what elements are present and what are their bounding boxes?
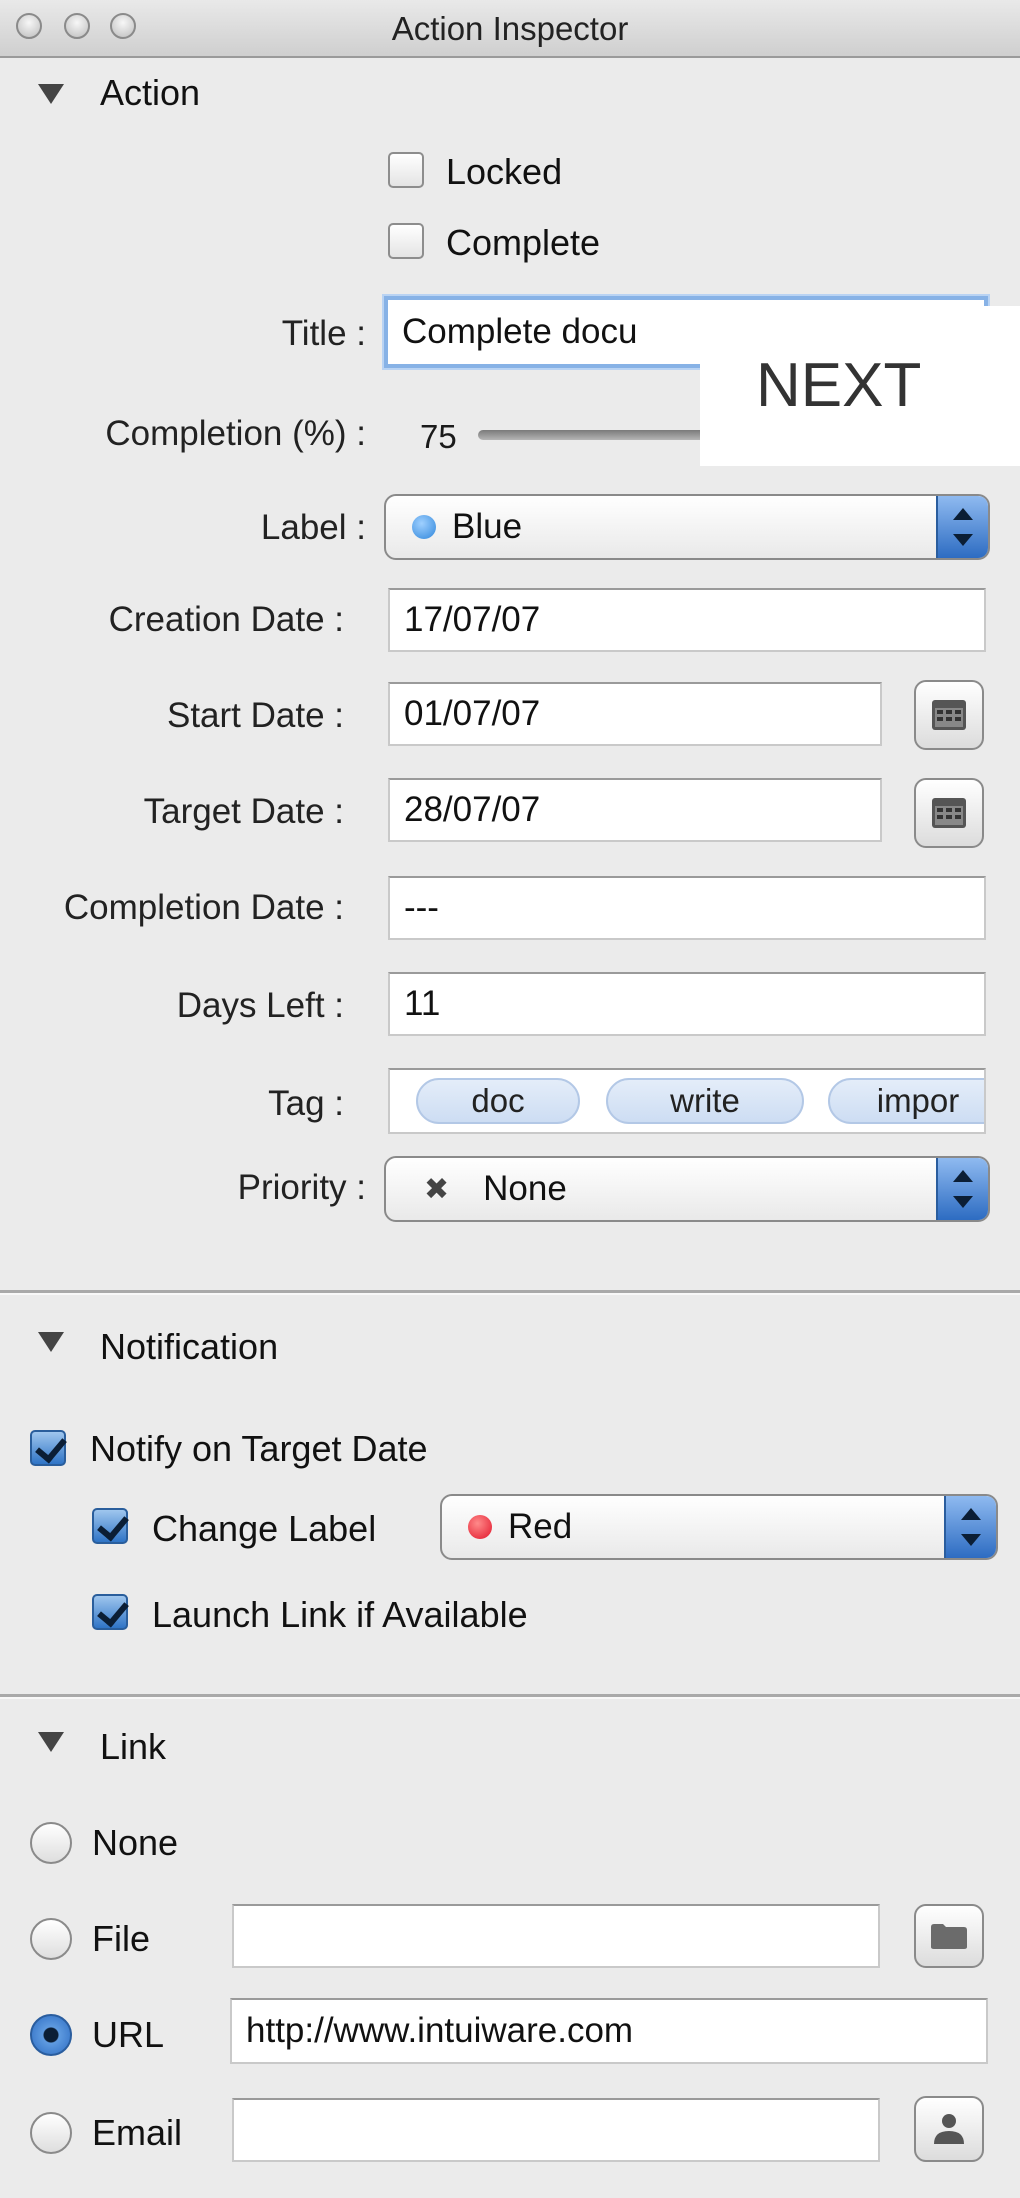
tag-token[interactable]: doc <box>416 1078 580 1124</box>
notify-on-target-date-label: Notify on Target Date <box>90 1428 428 1469</box>
priority-popup[interactable]: ✖ None <box>384 1156 990 1222</box>
file-path-input[interactable] <box>232 1904 880 1968</box>
choose-file-button[interactable] <box>914 1904 984 1968</box>
popup-arrows-icon <box>936 1158 988 1220</box>
calendar-icon <box>932 798 966 828</box>
section-divider <box>0 1694 1020 1699</box>
change-label-popup-value: Red <box>508 1507 573 1546</box>
title-field-label: Title : <box>281 314 366 353</box>
link-url-radio[interactable] <box>30 2014 72 2056</box>
next-label: NEXT <box>756 351 922 420</box>
link-file-radio[interactable] <box>30 1918 72 1960</box>
target-date-calendar-button[interactable] <box>914 778 984 848</box>
days-left-field: 11 <box>388 972 986 1036</box>
completion-slider[interactable] <box>478 430 708 440</box>
link-disclosure-triangle[interactable] <box>38 1732 64 1752</box>
tag-label: Tag : <box>268 1084 344 1123</box>
creation-date-field: 17/07/07 <box>388 588 986 652</box>
label-field-label: Label : <box>260 508 366 547</box>
completion-label: Completion (%) : <box>105 414 366 453</box>
folder-icon <box>931 1924 967 1949</box>
link-none-label: None <box>92 1822 179 1863</box>
creation-date-label: Creation Date : <box>108 600 344 639</box>
complete-checkbox[interactable] <box>388 223 424 259</box>
calendar-icon <box>932 700 966 730</box>
notification-section-title: Notification <box>100 1326 279 1367</box>
title-input-value: Complete docu <box>402 312 638 351</box>
popup-arrows-icon <box>944 1496 996 1558</box>
email-input[interactable] <box>232 2098 880 2162</box>
link-email-label: Email <box>92 2112 183 2153</box>
completion-value: 75 <box>420 418 457 455</box>
url-input-value: http://www.intuiware.com <box>246 2011 634 2050</box>
action-disclosure-triangle[interactable] <box>38 84 64 104</box>
url-input[interactable]: http://www.intuiware.com <box>230 1998 988 2064</box>
person-icon <box>934 2114 964 2144</box>
days-left-value: 11 <box>404 984 441 1023</box>
start-date-label: Start Date : <box>166 696 344 735</box>
creation-date-value: 17/07/07 <box>404 600 541 639</box>
launch-link-checkbox[interactable] <box>92 1594 128 1630</box>
tag-token[interactable]: impor <box>828 1078 984 1124</box>
days-left-label: Days Left : <box>176 986 344 1025</box>
complete-label: Complete <box>446 222 601 263</box>
change-label-label: Change Label <box>152 1508 377 1549</box>
priority-popup-value: None <box>483 1169 567 1208</box>
link-url-label: URL <box>92 2014 165 2055</box>
link-file-label: File <box>92 1918 151 1959</box>
red-dot-icon <box>468 1515 492 1539</box>
completion-date-label: Completion Date : <box>63 888 344 927</box>
target-date-value: 28/07/07 <box>404 790 541 829</box>
link-email-radio[interactable] <box>30 2112 72 2154</box>
choose-contact-button[interactable] <box>914 2096 984 2162</box>
target-date-input[interactable]: 28/07/07 <box>388 778 882 842</box>
completion-date-field: --- <box>388 876 986 940</box>
window-title: Action Inspector <box>391 10 629 47</box>
action-section-title: Action <box>100 72 201 113</box>
change-label-popup[interactable]: Red <box>440 1494 998 1560</box>
blue-dot-icon <box>412 515 436 539</box>
completion-date-value: --- <box>404 888 439 927</box>
label-popup[interactable]: Blue <box>384 494 990 560</box>
next-overlay[interactable]: NEXT <box>700 306 1020 466</box>
locked-checkbox[interactable] <box>388 152 424 188</box>
x-icon: ✖ <box>424 1172 450 1206</box>
change-label-checkbox[interactable] <box>92 1508 128 1544</box>
section-divider <box>0 1290 1020 1295</box>
start-date-value: 01/07/07 <box>404 694 541 733</box>
label-popup-value: Blue <box>452 507 523 546</box>
priority-label: Priority : <box>237 1168 366 1207</box>
notification-disclosure-triangle[interactable] <box>38 1332 64 1352</box>
link-none-radio[interactable] <box>30 1822 72 1864</box>
tag-token[interactable]: write <box>606 1078 804 1124</box>
popup-arrows-icon <box>936 496 988 558</box>
notify-on-target-date-checkbox[interactable] <box>30 1430 66 1466</box>
start-date-input[interactable]: 01/07/07 <box>388 682 882 746</box>
target-date-label: Target Date : <box>143 792 344 831</box>
start-date-calendar-button[interactable] <box>914 680 984 750</box>
link-section-title: Link <box>100 1726 167 1767</box>
title-bar: Action Inspector <box>0 0 1020 58</box>
launch-link-label: Launch Link if Available <box>152 1594 528 1635</box>
tag-field[interactable]: doc write impor <box>388 1068 986 1134</box>
locked-label: Locked <box>446 151 563 192</box>
